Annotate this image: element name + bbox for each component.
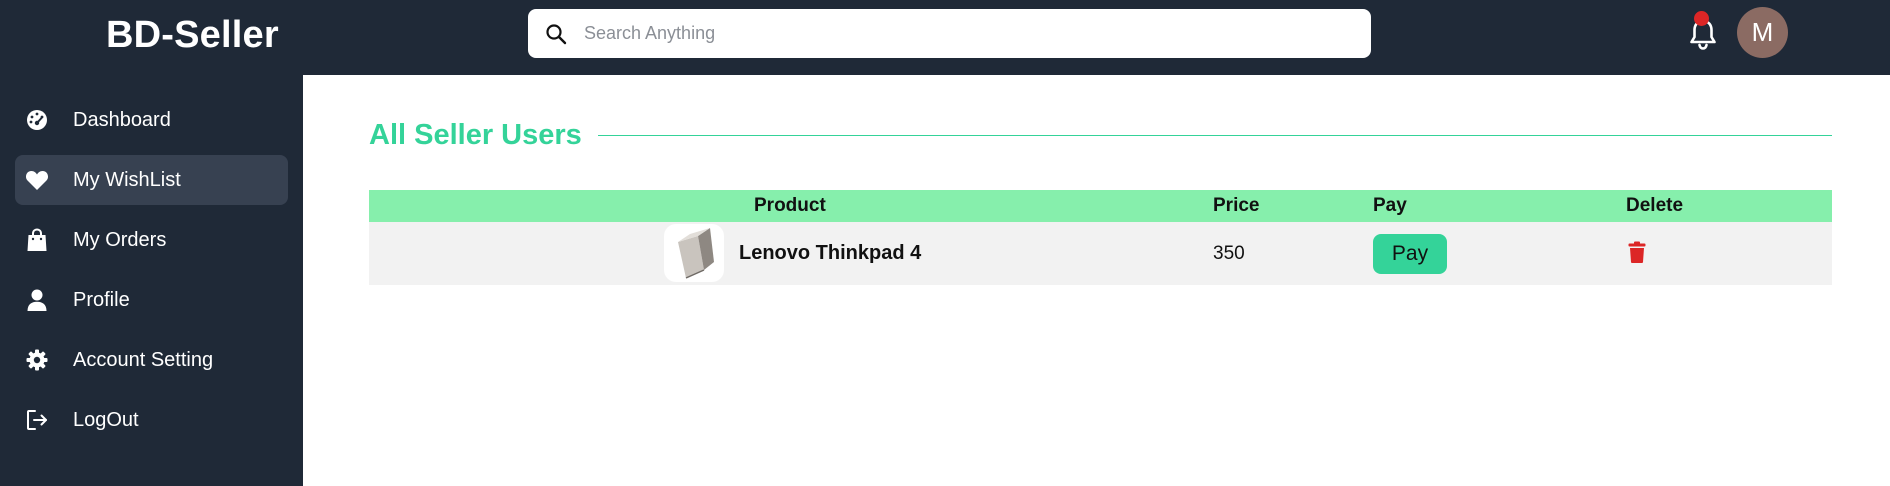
sidebar-item-logout[interactable]: LogOut <box>15 395 288 445</box>
column-header-product: Product <box>754 195 826 216</box>
search-input[interactable] <box>584 23 1344 44</box>
title-divider <box>598 135 1832 136</box>
page-title: All Seller Users <box>369 119 582 151</box>
sidebar-item-profile[interactable]: Profile <box>15 275 288 325</box>
search-icon <box>546 23 567 44</box>
table-row: Lenovo Thinkpad 4 350 <box>369 222 1832 285</box>
user-icon <box>25 288 49 312</box>
logout-icon <box>25 408 49 432</box>
sidebar-item-label: My WishList <box>73 168 181 191</box>
table-header: Product Price Pay Delete <box>369 190 1832 222</box>
sidebar-item-label: Profile <box>73 288 130 311</box>
shopping-bag-icon <box>25 228 49 252</box>
sidebar-item-dashboard[interactable]: Dashboard <box>15 95 288 145</box>
sidebar-item-orders[interactable]: My Orders <box>15 215 288 265</box>
heart-icon <box>25 168 49 192</box>
gauge-icon <box>25 108 49 132</box>
sidebar-item-account-setting[interactable]: Account Setting <box>15 335 288 385</box>
avatar[interactable]: M <box>1737 7 1788 58</box>
brand-logo[interactable]: BD-Seller <box>106 14 279 57</box>
sidebar-item-label: LogOut <box>73 408 139 431</box>
sidebar: Dashboard My WishList My Orders Profile … <box>0 75 303 486</box>
notification-dot <box>1694 11 1709 26</box>
product-thumbnail <box>664 224 724 282</box>
column-header-delete: Delete <box>1626 195 1684 216</box>
pay-button[interactable]: Pay <box>1373 234 1447 274</box>
sidebar-item-label: Dashboard <box>73 108 171 131</box>
trash-icon[interactable] <box>1628 241 1646 263</box>
sidebar-item-label: Account Setting <box>73 348 214 371</box>
wishlist-table: Product Price Pay Delete Lenovo Thinkpad… <box>369 190 1832 285</box>
column-header-pay: Pay <box>1373 195 1407 216</box>
product-price: 350 <box>1213 243 1245 264</box>
sidebar-item-label: My Orders <box>73 228 167 251</box>
product-name: Lenovo Thinkpad 4 <box>739 242 922 264</box>
gear-icon <box>25 348 49 372</box>
sidebar-item-wishlist[interactable]: My WishList <box>15 155 288 205</box>
pay-button-wrapper: Pay <box>1373 234 1447 274</box>
column-header-price: Price <box>1213 195 1260 216</box>
top-bar: BD-Seller M <box>0 0 1890 75</box>
search-bar[interactable] <box>528 9 1371 58</box>
